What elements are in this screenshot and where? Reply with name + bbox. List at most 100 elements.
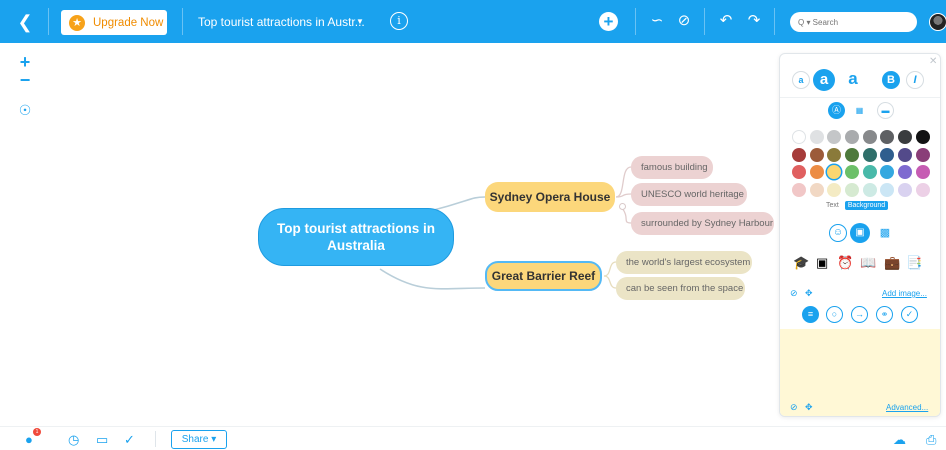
color-swatch[interactable] <box>845 130 860 144</box>
search-input[interactable] <box>790 12 917 32</box>
id-card-icon[interactable]: 📑 <box>906 255 922 271</box>
color-swatch[interactable] <box>862 165 877 179</box>
boundary-icon[interactable]: ○ <box>826 306 843 323</box>
chevron-down-icon[interactable]: ▼ <box>356 17 364 26</box>
upgrade-label: Upgrade Now <box>93 16 164 29</box>
italic-button[interactable]: I <box>906 71 924 89</box>
divider <box>155 431 156 447</box>
share-button[interactable]: Share ▾ <box>171 430 227 449</box>
no-image-icon[interactable]: ⊘ <box>790 288 798 299</box>
emoji-icon[interactable]: ☺ <box>829 224 847 242</box>
color-swatch[interactable] <box>845 147 860 162</box>
clock-icon[interactable]: ⏰ <box>837 255 853 271</box>
text-tab[interactable]: Text <box>826 202 839 209</box>
color-swatch[interactable] <box>915 165 930 179</box>
magic-wand-icon[interactable]: ✥ <box>805 402 813 413</box>
history-icon[interactable]: ◷ <box>68 432 79 448</box>
color-swatch[interactable] <box>809 182 824 197</box>
branch-topic[interactable]: Great Barrier Reef <box>485 261 602 291</box>
image-icon[interactable]: ▣ <box>850 223 870 243</box>
shape-style-icon[interactable]: ▬ <box>877 102 894 119</box>
arrow-icon[interactable]: → <box>851 306 868 323</box>
check-icon[interactable]: ✓ <box>124 432 135 448</box>
chalkboard-icon[interactable]: ▣ <box>816 255 828 271</box>
color-swatch[interactable] <box>792 182 806 197</box>
add-topic-icon[interactable]: + <box>599 12 618 31</box>
color-swatch[interactable] <box>809 130 824 144</box>
upgrade-button[interactable]: ★ Upgrade Now <box>61 10 167 35</box>
print-icon[interactable]: ⎙ <box>926 432 936 448</box>
color-swatch[interactable] <box>792 130 806 144</box>
color-target-toggle[interactable]: Text Background <box>826 201 889 210</box>
document-title[interactable]: Top tourist attractions in Austr... <box>198 15 365 29</box>
avatar[interactable] <box>929 13 946 31</box>
subtopic[interactable]: the world's largest ecosystem <box>616 251 752 274</box>
font-size-small-button[interactable]: a <box>792 71 810 89</box>
divider <box>704 8 705 35</box>
presentation-icon[interactable]: ▭ <box>96 432 108 448</box>
background-tab[interactable]: Background <box>844 201 889 210</box>
redo-icon[interactable]: ↷ <box>744 11 764 29</box>
color-swatch[interactable] <box>898 165 913 179</box>
color-swatch[interactable] <box>827 165 842 179</box>
color-swatch[interactable] <box>915 147 930 162</box>
subtopic[interactable]: can be seen from the space <box>616 277 745 300</box>
close-icon[interactable]: ✕ <box>929 56 937 67</box>
info-icon[interactable]: i <box>390 12 408 30</box>
color-swatch[interactable] <box>898 130 913 144</box>
clear-icon[interactable]: ⊘ <box>674 11 694 29</box>
cloud-upload-icon[interactable]: ☁ <box>893 432 906 448</box>
subtopic[interactable]: surrounded by Sydney Harbour <box>631 212 774 235</box>
color-swatch[interactable] <box>880 165 895 179</box>
add-image-link[interactable]: Add image... <box>882 289 927 298</box>
text-style-icon[interactable]: Ⓐ <box>828 102 845 119</box>
color-swatch[interactable] <box>809 147 824 162</box>
font-size-large-button[interactable]: a <box>842 69 864 91</box>
bottom-toolbar: ● 1 ◷ ▭ ✓ Share ▾ ☁ ⎙ <box>0 426 946 450</box>
briefcase-icon[interactable]: 💼 <box>884 255 900 271</box>
branch-topic[interactable]: Sydney Opera House <box>485 182 615 212</box>
color-swatch[interactable] <box>827 182 842 197</box>
attachment-icon[interactable]: ⚭ <box>876 306 893 323</box>
color-swatch[interactable] <box>915 130 930 144</box>
advanced-link[interactable]: Advanced... <box>886 403 928 412</box>
notes-icon[interactable]: ≡ <box>802 306 819 323</box>
border-style-icon[interactable]: ▦ <box>851 102 868 119</box>
color-swatch[interactable] <box>880 147 895 162</box>
color-swatch[interactable] <box>845 182 860 197</box>
color-swatch[interactable] <box>827 147 842 162</box>
back-icon[interactable]: ❮ <box>14 11 36 33</box>
color-swatch[interactable] <box>809 165 824 179</box>
color-swatch[interactable] <box>792 147 806 162</box>
video-icon[interactable]: ▩ <box>876 224 894 242</box>
color-swatch[interactable] <box>880 182 895 197</box>
color-swatch[interactable] <box>862 182 877 197</box>
no-fill-icon[interactable]: ⊘ <box>790 402 798 413</box>
font-size-medium-button[interactable]: a <box>813 69 835 91</box>
book-icon[interactable]: 📖 <box>860 255 876 271</box>
color-swatch[interactable] <box>915 182 930 197</box>
color-swatch[interactable] <box>862 147 877 162</box>
undo-icon[interactable]: ↶ <box>716 11 736 29</box>
color-swatch[interactable] <box>898 147 913 162</box>
magic-wand-icon[interactable]: ✥ <box>805 288 813 299</box>
task-check-icon[interactable]: ✓ <box>901 306 918 323</box>
bold-button[interactable]: B <box>882 71 900 89</box>
subtopic[interactable]: famous building <box>631 156 713 179</box>
color-swatch[interactable] <box>898 182 913 197</box>
relationship-icon[interactable]: ∽ <box>647 11 667 29</box>
format-panel: ✕ a a a B I Ⓐ ▦ ▬ Text Background ☺ ▣ ▩ 🎓… <box>779 53 941 417</box>
graduation-cap-icon[interactable]: 🎓 <box>793 255 809 271</box>
divider <box>48 8 49 35</box>
notifications-icon[interactable]: ● <box>25 432 33 447</box>
collapse-toggle[interactable] <box>619 203 626 210</box>
color-swatch[interactable] <box>845 165 860 179</box>
divider <box>780 97 940 98</box>
notes-area[interactable]: ⊘ ✥ Advanced... <box>780 329 940 416</box>
central-topic[interactable]: Top tourist attractions in Australia <box>258 208 454 266</box>
color-swatch[interactable] <box>792 165 806 179</box>
color-swatch[interactable] <box>862 130 877 144</box>
subtopic[interactable]: UNESCO world heritage <box>631 183 747 206</box>
color-swatch[interactable] <box>827 130 842 144</box>
color-swatch[interactable] <box>880 130 895 144</box>
